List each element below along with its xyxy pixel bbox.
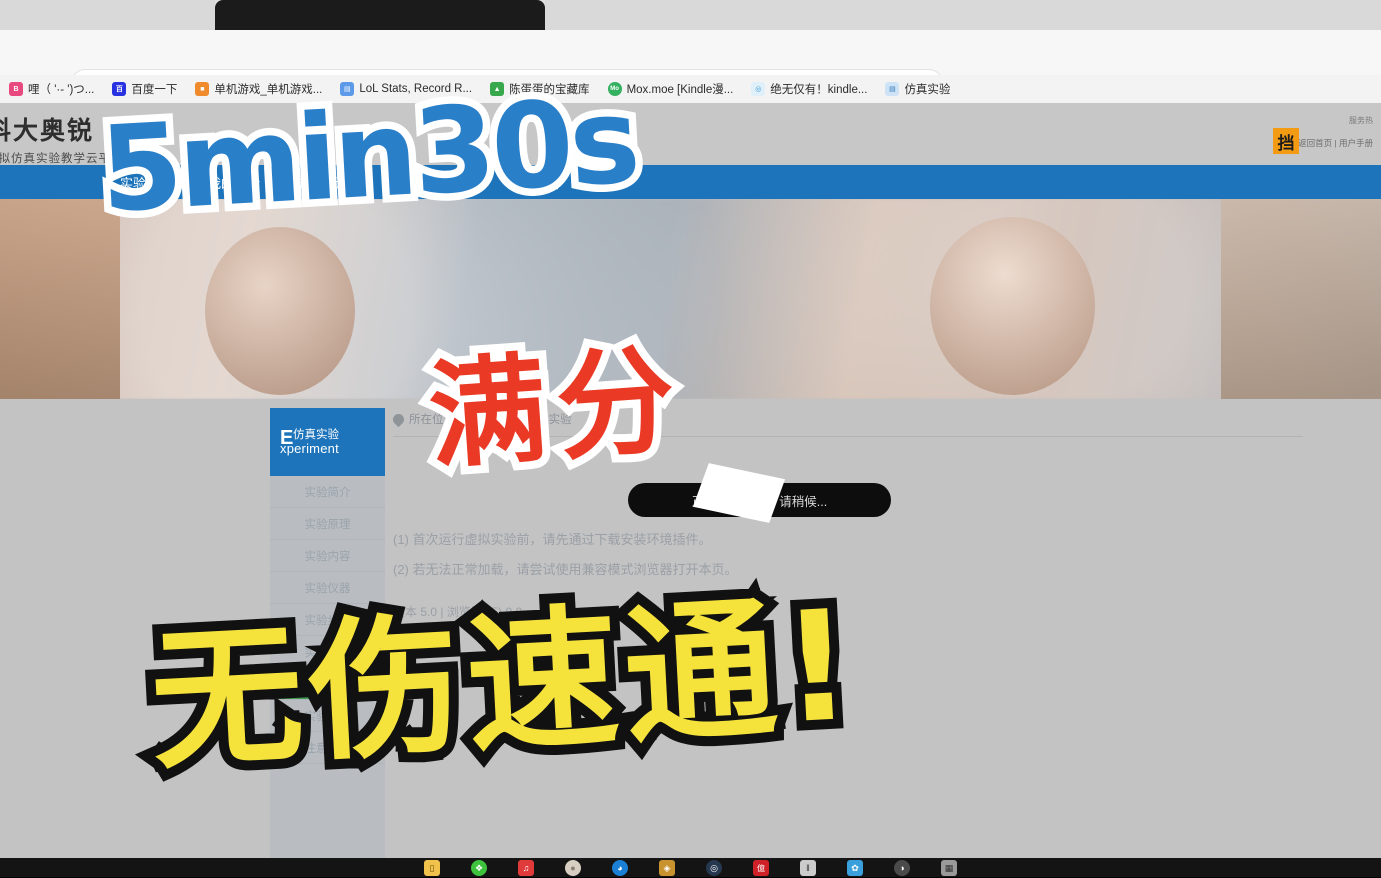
hero-person-left — [205, 227, 355, 395]
header-links[interactable]: 返回首页 | 用户手册 — [1298, 137, 1373, 149]
sidebar-item-principle[interactable]: 实验原理 — [270, 508, 385, 540]
site-header: 科大奥锐 虚拟仿真实验教学云平台 服务热 返回首页 | 用户手册 — [0, 103, 1381, 165]
bilibili-icon: B — [9, 82, 23, 96]
web-page: 科大奥锐 虚拟仿真实验教学云平台 服务热 返回首页 | 用户手册 实验中心 我的… — [0, 103, 1381, 858]
lol-stats-icon: ▤ — [340, 82, 355, 96]
bookmark-label: 陈蛋蛋的宝藏库 — [509, 84, 590, 96]
qq-music-icon[interactable]: ♫ — [518, 860, 534, 876]
hero-person-right — [930, 217, 1095, 395]
tab-strip — [0, 0, 1381, 30]
windows-taskbar: ▯ ❖ ♫ ● ◕ ◈ ◎ 億 ‖ ✿ ◑ ▦ — [0, 858, 1381, 878]
steam-icon[interactable]: ◎ — [706, 860, 722, 876]
clock-icon[interactable]: ◑ — [894, 860, 910, 876]
simulation-lab-icon: ▤ — [885, 82, 900, 96]
sidebar-item-content[interactable]: 实验内容 — [270, 540, 385, 572]
bookmark-item[interactable]: ▤ 仿真实验 — [876, 78, 959, 100]
bookmark-item[interactable]: B 哩（ '·- ')つ... — [0, 78, 103, 100]
main-nav: 实验中心 我的实验 成绩查询 年级 班级 通知公告 帮助 — [0, 165, 1381, 199]
site-logo[interactable]: 科大奥锐 虚拟仿真实验教学云平台 — [0, 111, 124, 166]
breadcrumb-text: 所在位置：实验中心 > 仿真实验 — [409, 414, 572, 426]
bookmark-item[interactable]: ■ 单机游戏_单机游戏... — [186, 78, 331, 100]
photos-icon[interactable]: ✿ — [847, 860, 863, 876]
netease-music-icon[interactable]: ● — [565, 860, 581, 876]
browser-chrome: › ⟳ 不安全 aryun.ustcori.com:7282/ReportStu… — [0, 0, 1381, 103]
bookmark-label: 仿真实验 — [904, 84, 951, 96]
bookmark-label: LoL Stats, Record R... — [359, 83, 473, 95]
sidebar-header: E 仿真实验 xperiment — [270, 408, 385, 476]
logo-subtitle: 虚拟仿真实验教学云平台 — [0, 153, 124, 165]
calendar-icon[interactable]: ▦ — [941, 860, 957, 876]
taskbar-icon-group: ▯ ❖ ♫ ● ◕ ◈ ◎ 億 ‖ ✿ ◑ ▦ — [0, 858, 1381, 878]
potplayer-icon[interactable]: ‖ — [800, 860, 816, 876]
content-area: E 仿真实验 xperiment 实验简介 实验原理 实验内容 实验仪器 实验步… — [0, 399, 1381, 858]
nav-item-class[interactable]: 班级 — [446, 173, 472, 192]
bookmark-label: Mox.moe [Kindle漫... — [626, 84, 734, 96]
bookmark-item[interactable]: ▲ 陈蛋蛋的宝藏库 — [481, 78, 599, 100]
panel-body: (1) 首次运行虚拟实验前，请先通过下载安装环境插件。 (2) 若无法正常加载，… — [393, 525, 1303, 620]
nav-item-lab-center[interactable]: 实验中心 — [120, 173, 172, 192]
bookmark-item[interactable]: ▤ LoL Stats, Record R... — [331, 78, 481, 100]
sidebar-item-start[interactable]: 开始实验 — [270, 668, 385, 700]
nav-item-scores[interactable]: 成绩查询 — [296, 173, 348, 192]
bookmark-label: 哩（ '·- ')つ... — [28, 84, 95, 96]
edge-browser-icon[interactable]: ◕ — [612, 860, 628, 876]
tab-strip-left — [0, 0, 215, 30]
wechat-icon[interactable]: ❖ — [471, 860, 487, 876]
nav-item-help[interactable]: 帮助 — [596, 173, 622, 192]
block-badge[interactable]: 挡 — [1273, 128, 1299, 154]
sidebar-item-notice[interactable]: 注意事项 — [270, 732, 385, 764]
nav-item-notices[interactable]: 通知公告 — [508, 173, 560, 192]
note-line-1: (1) 首次运行虚拟实验前，请先通过下载安装环境插件。 — [393, 532, 712, 547]
bookmark-label: 百度一下 — [131, 84, 178, 96]
tree-icon: ▲ — [490, 82, 505, 96]
hero-decor-right — [1221, 199, 1381, 399]
breadcrumb: 所在位置：实验中心 > 仿真实验 — [390, 408, 1303, 437]
nav-item-my-labs[interactable]: 我的实验 — [208, 173, 260, 192]
bookmark-item[interactable]: ◎ 绝无仅有！kindle... — [742, 78, 876, 100]
sidebar-item-intro[interactable]: 实验简介 — [270, 476, 385, 508]
sidebar-header-cn: 仿真实验 — [293, 428, 339, 441]
header-right: 服务热 返回首页 | 用户手册 — [1298, 115, 1373, 149]
kindle-share-icon: ◎ — [751, 82, 766, 96]
bookmark-label: 绝无仅有！kindle... — [770, 84, 868, 96]
pixiv-app-icon[interactable]: ◈ — [659, 860, 675, 876]
sidebar-item-steps[interactable]: 实验步骤 — [270, 604, 385, 636]
moxmoe-icon: Mo — [607, 82, 622, 96]
note-line-2: (2) 若无法正常加载，请尝试使用兼容模式浏览器打开本页。 — [393, 562, 738, 577]
bookmark-item[interactable]: 百 百度一下 — [103, 78, 186, 100]
lab-panel: 所在位置：实验中心 > 仿真实验 (1) 首次运行虚拟实验前，请先通过下载安装环… — [390, 408, 1303, 858]
bookmark-label: 单机游戏_单机游戏... — [214, 84, 323, 96]
service-hotline-text: 服务热 — [1349, 116, 1373, 125]
version-values: 版本 5.0 | 浏览器(IE) 9.0 — [393, 605, 523, 619]
sidebar-initial: E — [280, 426, 294, 449]
file-explorer-icon[interactable]: ▯ — [424, 860, 440, 876]
active-tab[interactable] — [215, 0, 545, 30]
bookmarks-bar: B 哩（ '·- ')つ... 百 百度一下 ■ 单机游戏_单机游戏... ▤ … — [0, 75, 1381, 103]
logo-title: 科大奥锐 — [0, 116, 95, 145]
nav-item-grade[interactable]: 年级 — [384, 173, 410, 192]
location-pin-icon — [390, 411, 407, 427]
browser-toolbar: › ⟳ 不安全 aryun.ustcori.com:7282/ReportStu… — [0, 30, 1381, 96]
china-bank-icon[interactable]: 億 — [753, 860, 769, 876]
sidebar-item-thinking[interactable]: 实验思考 — [270, 700, 385, 732]
sidebar-item-report[interactable]: 实验报告 — [270, 636, 385, 668]
hero-banner — [0, 199, 1381, 399]
sidebar-item-instrument[interactable]: 实验仪器 — [270, 572, 385, 604]
bookmark-item[interactable]: Mo Mox.moe [Kindle漫... — [599, 78, 743, 100]
baidu-icon: 百 — [112, 82, 127, 96]
hero-decor-left — [0, 199, 120, 399]
tab-strip-right — [545, 0, 1381, 30]
lab-sidebar: E 仿真实验 xperiment 实验简介 实验原理 实验内容 实验仪器 实验步… — [270, 408, 385, 858]
game-site-icon: ■ — [195, 82, 210, 96]
